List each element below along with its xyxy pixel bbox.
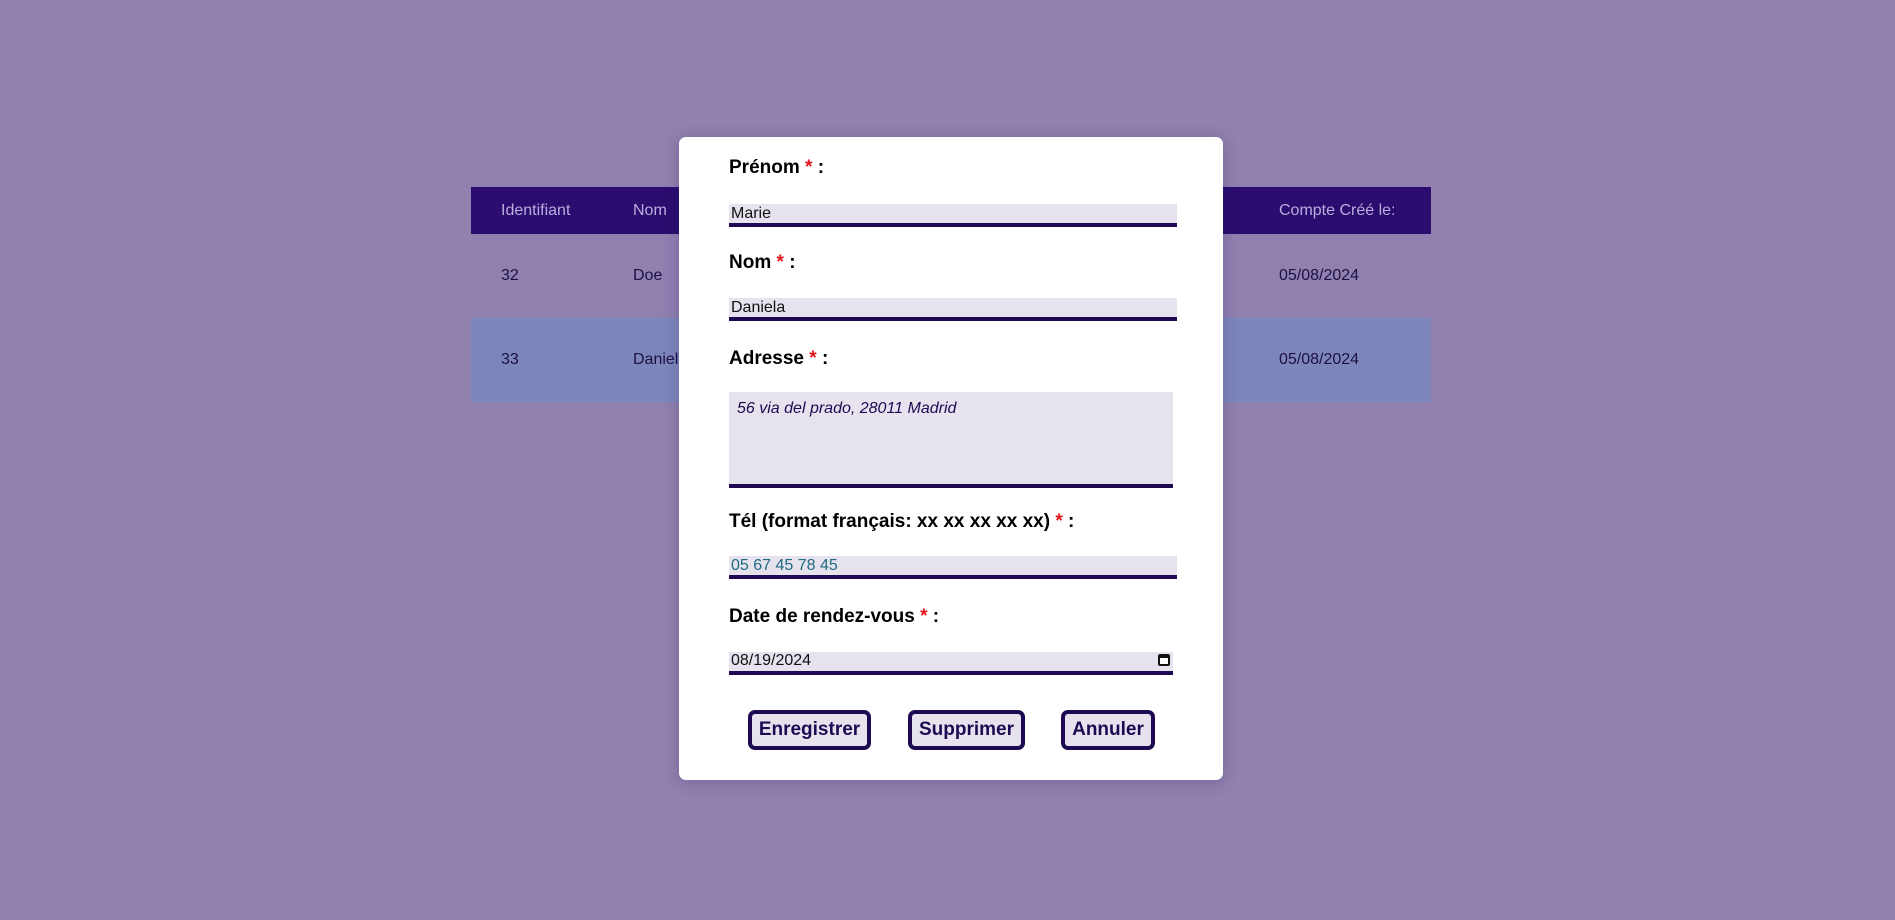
adresse-label: Adresse * :	[729, 348, 1173, 370]
label-colon: :	[817, 157, 825, 178]
required-mark: *	[809, 348, 817, 369]
adresse-textarea[interactable]: 56 via del prado, 28011 Madrid	[729, 392, 1173, 488]
delete-button[interactable]: Supprimer	[908, 710, 1025, 750]
cell-identifiant: 32	[471, 234, 603, 318]
required-mark: *	[805, 157, 813, 178]
required-mark: *	[776, 252, 784, 273]
tel-label-text: Tél (format français: xx xx xx xx xx)	[729, 511, 1051, 532]
nom-field: Nom * :	[729, 252, 1177, 321]
date-input[interactable]: 08/19/2024	[729, 652, 1173, 675]
label-colon: :	[821, 348, 829, 369]
adresse-field: Adresse * : 56 via del prado, 28011 Madr…	[729, 348, 1173, 488]
prenom-label: Prénom * :	[729, 157, 1173, 179]
calendar-icon[interactable]	[1158, 654, 1170, 666]
date-label: Date de rendez-vous * :	[729, 606, 1173, 628]
cancel-button[interactable]: Annuler	[1061, 710, 1155, 750]
tel-label: Tél (format français: xx xx xx xx xx) * …	[729, 511, 1173, 533]
cell-compte-cree: 05/08/2024	[1255, 234, 1431, 318]
prenom-label-text: Prénom	[729, 157, 800, 178]
cell-compte-cree: 05/08/2024	[1255, 318, 1431, 402]
nom-label-text: Nom	[729, 252, 772, 273]
save-button[interactable]: Enregistrer	[748, 710, 871, 750]
prenom-input[interactable]	[729, 204, 1177, 227]
required-mark: *	[1055, 511, 1063, 532]
adresse-label-text: Adresse	[729, 348, 804, 369]
date-value: 08/19/2024	[731, 652, 812, 669]
label-colon: :	[932, 606, 940, 627]
label-colon: :	[789, 252, 796, 273]
tel-field: Tél (format français: xx xx xx xx xx) * …	[729, 511, 1177, 579]
column-header-compte-cree[interactable]: Compte Créé le:	[1255, 187, 1431, 234]
date-field: Date de rendez-vous * : 08/19/2024	[729, 606, 1173, 675]
prenom-field: Prénom * :	[729, 157, 1177, 227]
column-header-identifiant[interactable]: Identifiant	[471, 187, 603, 234]
required-mark: *	[920, 606, 928, 627]
label-colon: :	[1068, 511, 1075, 532]
nom-input[interactable]	[729, 298, 1177, 321]
tel-input[interactable]	[729, 556, 1177, 579]
date-label-text: Date de rendez-vous	[729, 606, 915, 627]
edit-patient-modal: Prénom * : Nom * : Adresse * : 56 via de…	[679, 137, 1223, 780]
cell-identifiant: 33	[471, 318, 603, 402]
nom-label: Nom * :	[729, 252, 1173, 274]
